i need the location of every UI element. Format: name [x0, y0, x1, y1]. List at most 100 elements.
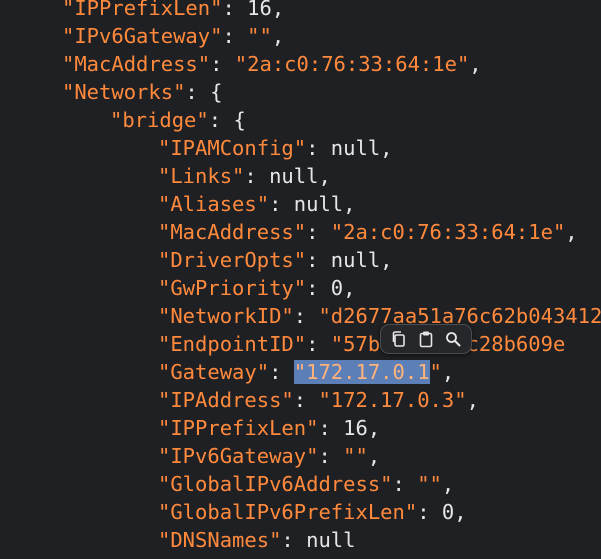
json-punctuation: , — [466, 388, 479, 412]
json-separator: : — [306, 248, 331, 272]
json-key: "Gateway" — [158, 360, 270, 384]
json-key: "MacAddress" — [158, 220, 307, 244]
json-separator: : — [281, 528, 307, 552]
json-separator: : — [222, 24, 248, 48]
json-key: "IPPrefixLen" — [62, 0, 223, 20]
json-line: "Networks": { — [62, 78, 222, 106]
json-punctuation: , — [271, 24, 285, 48]
json-key: "IPv6Gateway" — [158, 444, 319, 468]
json-line: "Aliases": null, — [158, 190, 356, 218]
json-punctuation: , — [454, 500, 467, 524]
json-punctuation: , — [367, 444, 381, 468]
json-punctuation: , — [469, 52, 482, 76]
json-value: 0 — [441, 500, 455, 524]
json-line: "GwPriority": 0, — [158, 274, 355, 302]
json-value: "172.17.0.3" — [318, 388, 467, 412]
json-line: "DriverOpts": null, — [158, 246, 393, 274]
json-key: "IPPrefixLen" — [158, 416, 319, 440]
copy-button[interactable] — [387, 327, 411, 351]
json-line: "IPv6Gateway": "", — [62, 22, 284, 50]
json-key: "GlobalIPv6Address" — [158, 472, 393, 496]
json-line: "IPAMConfig": null, — [158, 134, 393, 162]
json-punctuation: , — [380, 136, 393, 160]
json-key: "IPAddress" — [158, 388, 294, 412]
json-punctuation: , — [441, 472, 455, 496]
json-line: "DNSNames": null — [158, 526, 355, 554]
json-value: 16 — [343, 416, 368, 440]
json-value: null — [330, 248, 381, 272]
json-key: "IPAMConfig" — [158, 136, 307, 160]
json-line: "IPv6Gateway": "", — [158, 442, 380, 470]
json-separator: : — [306, 220, 331, 244]
json-line: "MacAddress": "2a:c0:76:33:64:1e", — [158, 218, 578, 246]
json-key: "IPv6Gateway" — [62, 24, 223, 48]
selection-toolbar — [380, 324, 472, 354]
json-punctuation: , — [343, 192, 356, 216]
json-separator: : — [306, 332, 331, 356]
json-line: "GlobalIPv6PrefixLen": 0, — [158, 498, 467, 526]
json-separator: : — [222, 0, 248, 20]
json-key: "DriverOpts" — [158, 248, 307, 272]
json-value: 16 — [247, 0, 272, 20]
json-punctuation: , — [271, 0, 285, 20]
json-value: "2a:c0:76:33:64:1e" — [330, 220, 566, 244]
json-value: null — [293, 192, 344, 216]
json-line: "EndpointID": "57b4...7d2c28b609e — [158, 330, 565, 358]
json-key: "DNSNames" — [158, 528, 282, 552]
json-key: "Aliases" — [158, 192, 270, 216]
json-value: { — [233, 108, 246, 132]
json-value: "" — [343, 444, 368, 468]
json-key: "GwPriority" — [158, 276, 307, 300]
json-value: "172.17.0.1" — [293, 360, 442, 384]
json-value: null — [269, 164, 319, 188]
json-separator: : — [306, 276, 331, 300]
json-separator: : — [269, 360, 294, 384]
json-line: "IPPrefixLen": 16, — [62, 0, 284, 22]
json-separator: : — [293, 388, 319, 412]
json-punctuation: , — [343, 276, 356, 300]
json-separator: : — [269, 192, 294, 216]
json-separator: : — [293, 304, 319, 328]
json-key: "GlobalIPv6PrefixLen" — [158, 500, 418, 524]
json-punctuation: , — [367, 416, 381, 440]
search-button[interactable] — [441, 327, 465, 351]
json-punctuation: , — [318, 164, 331, 188]
json-separator: : — [185, 80, 211, 104]
json-line: "MacAddress": "2a:c0:76:33:64:1e", — [62, 50, 482, 78]
json-key: "NetworkID" — [158, 304, 294, 328]
json-separator: : — [318, 444, 344, 468]
json-value: null — [330, 136, 381, 160]
json-output-viewer[interactable]: "IPPrefixLen": 16, "IPv6Gateway": "", "Mac… — [0, 0, 601, 559]
json-punctuation: , — [441, 360, 455, 384]
json-value: { — [210, 80, 223, 104]
json-separator: : — [318, 416, 344, 440]
json-line: "Links": null, — [158, 162, 331, 190]
json-separator: : — [244, 164, 270, 188]
json-value: "" — [247, 24, 272, 48]
json-line: "NetworkID": "d2677aa51a76c62b0434127 — [158, 302, 601, 330]
json-line: "IPPrefixLen": 16, — [158, 414, 380, 442]
clipboard-icon — [419, 331, 433, 348]
json-punctuation: , — [565, 220, 578, 244]
json-separator: : — [306, 136, 331, 160]
json-separator: : — [210, 52, 235, 76]
json-value: "2a:c0:76:33:64:1e" — [234, 52, 470, 76]
json-key: "bridge" — [110, 108, 209, 132]
json-key: "EndpointID" — [158, 332, 307, 356]
json-line: "GlobalIPv6Address": "", — [158, 470, 454, 498]
json-line: "Gateway": "172.17.0.1", — [158, 358, 454, 386]
json-key: "MacAddress" — [62, 52, 211, 76]
json-key: "Links" — [158, 164, 245, 188]
json-separator: : — [392, 472, 418, 496]
json-line: "bridge": { — [110, 106, 246, 134]
json-separator: : — [417, 500, 442, 524]
json-line: "IPAddress": "172.17.0.3", — [158, 386, 479, 414]
copy-icon — [392, 331, 405, 347]
json-value: null — [306, 528, 356, 552]
search-icon — [446, 332, 461, 347]
selected-text[interactable]: "172.17.0.1 — [293, 360, 430, 384]
json-key: "Networks" — [62, 80, 186, 104]
json-punctuation: , — [380, 248, 393, 272]
json-separator: : — [208, 108, 234, 132]
paste-button[interactable] — [414, 327, 438, 351]
